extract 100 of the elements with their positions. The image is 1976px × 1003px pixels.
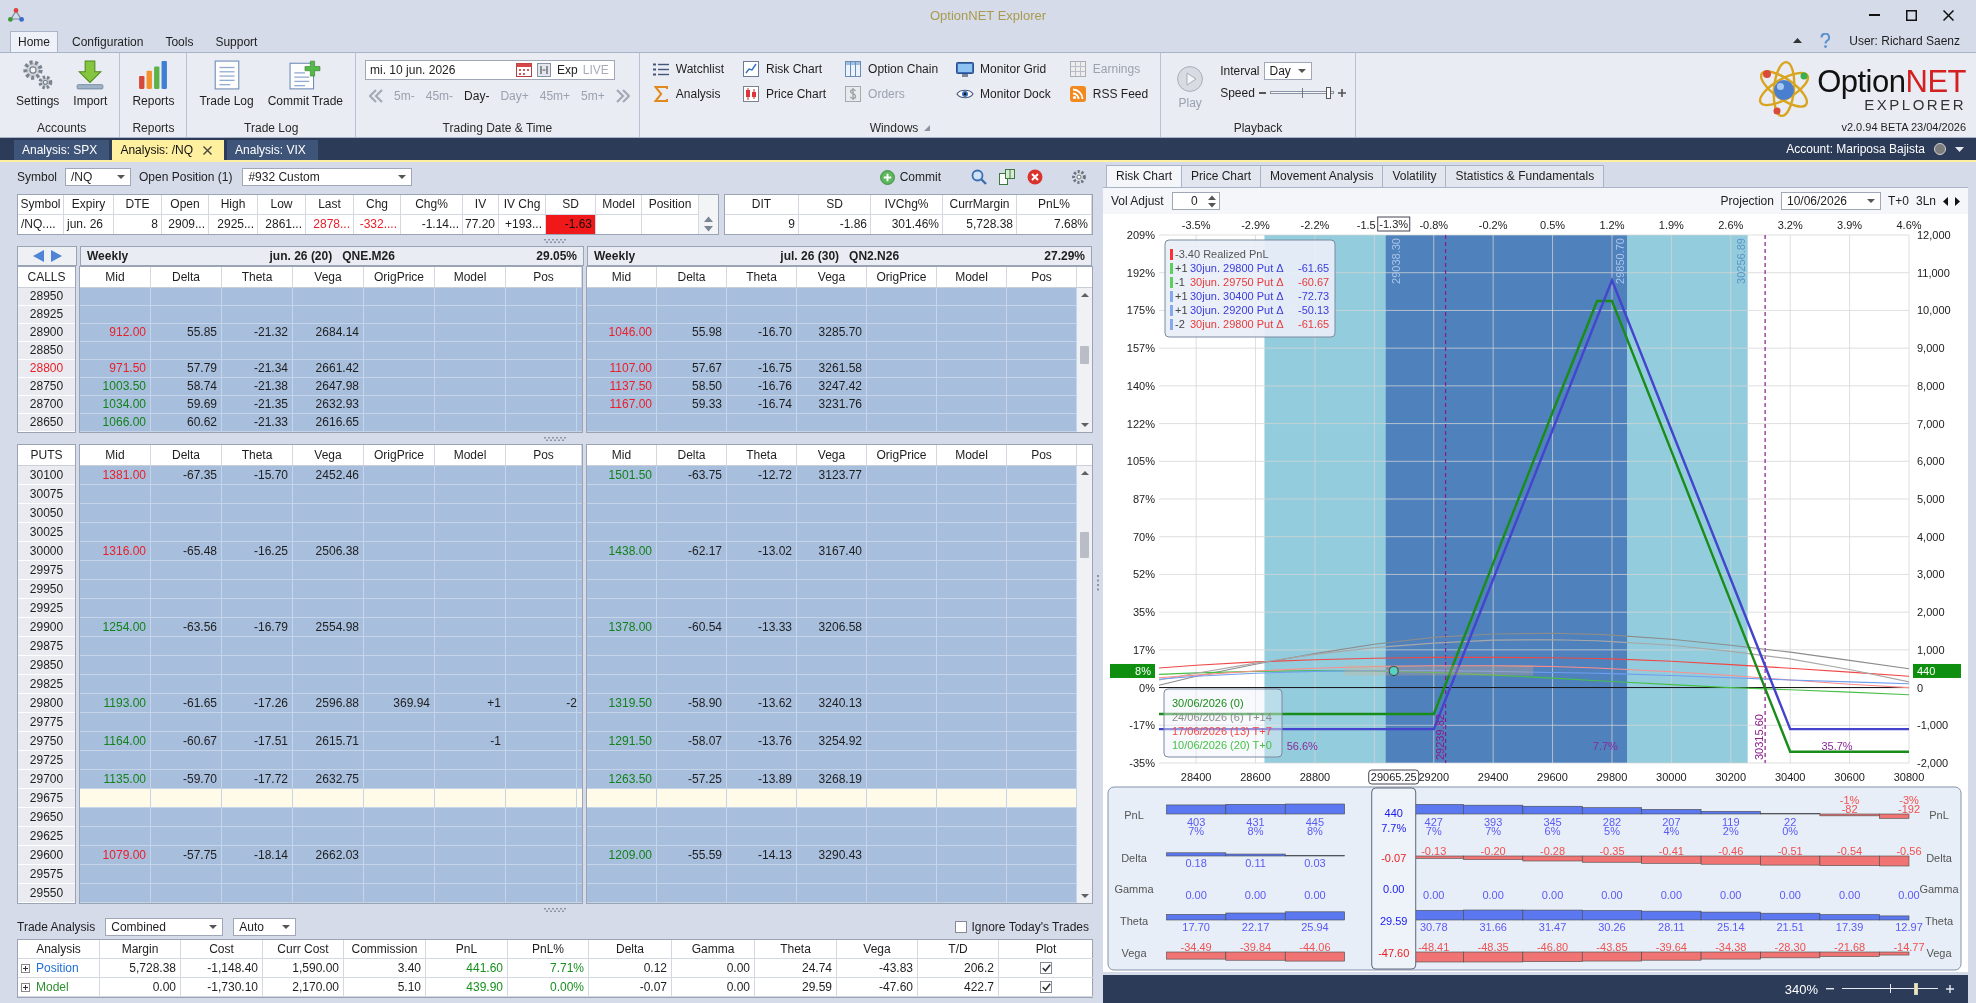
checkbox[interactable] — [954, 921, 967, 933]
zoom-slider[interactable] — [1842, 982, 1938, 996]
date-field[interactable]: mi. 10 jun. 2026 — [365, 60, 556, 80]
grip-icon[interactable] — [544, 907, 566, 912]
step-button[interactable]: Day- — [464, 89, 490, 103]
document-tab[interactable]: Analysis: VIX — [227, 140, 318, 160]
speed-slider[interactable] — [1269, 86, 1334, 100]
row-link[interactable]: Model — [36, 978, 69, 996]
ribbon-button[interactable]: Reports — [125, 56, 182, 110]
ribbon-button[interactable]: Settings — [9, 56, 67, 110]
slider-thumb[interactable] — [1325, 87, 1331, 99]
greek-value: 345 — [1543, 816, 1562, 828]
caret-up-icon[interactable] — [1080, 471, 1089, 475]
table-cell-text: -1 — [489, 733, 502, 750]
menu-tab[interactable]: Tools — [157, 31, 202, 52]
chart-tab[interactable]: Movement Analysis — [1260, 165, 1384, 187]
scrollbar-thumb[interactable] — [1080, 531, 1089, 558]
ribbon-button[interactable]: RSS Feed — [1065, 84, 1152, 104]
scrollbar[interactable] — [1077, 288, 1092, 432]
price-tag: 440 — [1913, 664, 1961, 678]
scrollbar-thumb[interactable] — [1080, 346, 1089, 364]
grip-icon[interactable] — [544, 436, 566, 441]
triangle-right-icon[interactable] — [1955, 196, 1960, 206]
ribbon-button[interactable]: Analysis — [648, 84, 728, 104]
symbol-dropdown[interactable]: /NQ — [65, 168, 131, 186]
caret-down-icon[interactable] — [1080, 894, 1089, 898]
column-header: Mid — [80, 445, 151, 465]
chart-tab[interactable]: Price Chart — [1181, 165, 1262, 187]
greek-value: 0.00 — [1244, 889, 1267, 901]
minus-icon[interactable] — [1258, 92, 1266, 94]
menu-tab[interactable]: Support — [207, 31, 266, 52]
mode-dropdown[interactable]: Combined — [105, 918, 224, 936]
interval-dropdown[interactable]: Day — [1263, 62, 1312, 80]
add-icon — [879, 169, 895, 185]
expand-icon[interactable] — [21, 963, 30, 973]
row-link[interactable]: Position — [36, 959, 79, 977]
calendar-icon[interactable] — [516, 63, 533, 77]
menu-tab[interactable]: Home — [10, 31, 58, 52]
grip-icon[interactable] — [544, 238, 566, 243]
close-icon[interactable] — [1943, 9, 1954, 21]
column-header: Last — [306, 195, 354, 215]
greek-bar — [1284, 803, 1345, 815]
caret-up-icon[interactable] — [1793, 38, 1803, 43]
expand-icon[interactable] — [21, 982, 30, 992]
table-cell-text: -55.59 — [686, 847, 723, 864]
ribbon-button[interactable]: Monitor Grid — [953, 59, 1054, 79]
chart-tab[interactable]: Volatility — [1382, 165, 1447, 187]
group-label: Playback — [1233, 120, 1283, 135]
menu-tab[interactable]: Configuration — [64, 31, 152, 52]
caret-down-icon[interactable] — [1955, 146, 1964, 152]
column-header: Model — [435, 267, 506, 287]
table-cell-text: 3268.19 — [817, 771, 863, 788]
greek-bar — [1166, 804, 1227, 815]
close-icon[interactable] — [203, 145, 213, 155]
group-label: Reports — [132, 120, 175, 135]
ribbon-button[interactable]: Option Chain — [841, 59, 942, 79]
ribbon-button[interactable]: Watchlist — [648, 59, 728, 79]
range-icon[interactable] — [537, 63, 552, 77]
projection-dropdown[interactable]: 10/06/2026 — [1780, 192, 1881, 210]
table-cell-text: -13.33 — [756, 619, 793, 636]
position-dropdown[interactable]: #932 Custom — [242, 168, 413, 186]
ribbon-button[interactable]: Trade Log — [192, 56, 261, 110]
triangle-left-icon[interactable] — [1943, 196, 1948, 206]
settings-icon[interactable] — [1071, 169, 1087, 185]
search-icon[interactable] — [971, 169, 987, 185]
checkbox-label[interactable]: Ignore Today's Trades — [971, 920, 1089, 934]
greek-value: 0.00 — [1541, 889, 1564, 901]
ribbon-button[interactable]: Price Chart — [739, 84, 830, 104]
column-header: CurrMargin — [943, 195, 1017, 215]
chart-tab[interactable]: Risk Chart — [1106, 165, 1182, 187]
spin-arrows-icon[interactable] — [1207, 194, 1216, 208]
chart-tab[interactable]: Statistics & Fundamentals — [1445, 165, 1605, 187]
greek-value: 4% — [1663, 825, 1680, 837]
vol-adjust-field[interactable]: 0 — [1171, 192, 1220, 210]
caret-up-icon[interactable] — [1080, 293, 1089, 297]
scroll-arrows-icon[interactable] — [704, 216, 713, 232]
scale-dropdown[interactable]: Auto — [233, 918, 297, 936]
checkbox[interactable] — [1040, 981, 1052, 993]
scrollbar[interactable] — [1077, 466, 1092, 903]
ribbon-button[interactable]: Risk Chart — [739, 59, 830, 79]
table-cell: 3.40 — [344, 959, 426, 978]
table-cell-text: 1135.00 — [102, 771, 147, 788]
zoom-in-icon[interactable] — [1946, 985, 1954, 993]
caret-down-icon[interactable] — [1080, 423, 1089, 427]
ribbon-button[interactable]: Commit Trade — [260, 56, 351, 110]
document-tab[interactable]: Analysis: /NQ — [112, 140, 225, 160]
corner-arrow-icon[interactable] — [924, 124, 931, 131]
table-cell-text: 3247.42 — [817, 378, 863, 395]
plus-icon[interactable] — [1337, 89, 1346, 97]
table-cell-text: 58.50 — [690, 378, 723, 395]
ribbon-button[interactable]: Monitor Dock — [953, 84, 1054, 104]
ribbon-button[interactable]: Import — [66, 56, 115, 110]
column-header: T/D — [918, 940, 999, 959]
table-cell-text: 3123.77 — [817, 467, 863, 484]
table-cell-text: 60.62 — [185, 414, 218, 431]
columns-icon[interactable] — [999, 169, 1015, 185]
document-tab[interactable]: Analysis: SPX — [14, 140, 110, 160]
maximize-icon[interactable] — [1906, 9, 1917, 21]
commit-button[interactable]: Commit — [875, 167, 945, 187]
checkbox[interactable] — [1040, 962, 1052, 974]
